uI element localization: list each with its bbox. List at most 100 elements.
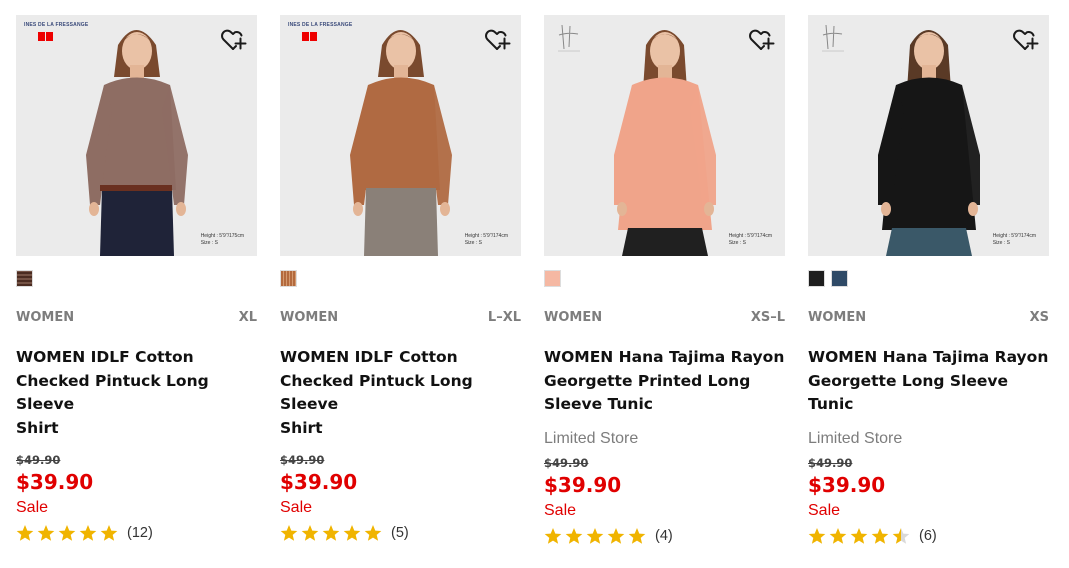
star-rating bbox=[280, 524, 382, 542]
product-image[interactable]: INES DE LA FRESSANGE Height : 5'9"/174cm S… bbox=[280, 15, 521, 256]
review-count[interactable]: (12) bbox=[127, 525, 153, 541]
product-name-line: Checked Pintuck Long Sleeve bbox=[16, 371, 209, 414]
gender-size-row: WOMEN L–XL bbox=[280, 310, 521, 326]
star-icon bbox=[100, 524, 118, 542]
color-swatch[interactable] bbox=[808, 270, 825, 287]
star-icon bbox=[871, 527, 889, 545]
product-name-line: Georgette Printed Long bbox=[544, 371, 751, 390]
brand-text: INES DE LA FRESSANGE bbox=[24, 22, 89, 28]
product-name-line: WOMEN IDLF Cotton bbox=[16, 348, 194, 366]
star-rating bbox=[16, 524, 118, 542]
product-name[interactable]: WOMEN Hana Tajima Rayon Georgette Long Sl… bbox=[808, 346, 1049, 417]
product-grid: INES DE LA FRESSANGE Height : 5'9"/175cm S… bbox=[16, 15, 1049, 546]
review-count[interactable]: (5) bbox=[391, 525, 409, 541]
star-icon bbox=[565, 527, 583, 545]
color-swatches bbox=[16, 270, 257, 287]
product-name-line: WOMEN Hana Tajima Rayon bbox=[544, 348, 785, 366]
star-icon bbox=[280, 524, 298, 542]
product-name-line: Georgette Long Sleeve Tunic bbox=[808, 371, 1009, 414]
size-range: XL bbox=[238, 310, 257, 325]
star-icon bbox=[16, 524, 34, 542]
product-image[interactable]: Height : 5'9"/174cm Size : S bbox=[544, 15, 785, 256]
star-icon bbox=[892, 527, 910, 545]
star-icon bbox=[808, 527, 826, 545]
model-info-line: Height : 5'9"/174cm bbox=[992, 233, 1036, 239]
product-name-line: Checked Pintuck Long Sleeve bbox=[280, 371, 473, 414]
star-rating bbox=[808, 527, 910, 545]
star-icon bbox=[850, 527, 868, 545]
star-rating bbox=[544, 527, 646, 545]
product-card[interactable]: INES DE LA FRESSANGE Height : 5'9"/174cm S… bbox=[280, 15, 521, 546]
heart-plus-icon[interactable] bbox=[219, 25, 247, 53]
sale-price: $39.90 bbox=[808, 472, 886, 497]
limited-store-label: Limited Store bbox=[808, 429, 903, 447]
brand-text: INES DE LA FRESSANGE bbox=[288, 22, 353, 28]
star-icon bbox=[343, 524, 361, 542]
star-icon bbox=[58, 524, 76, 542]
star-icon bbox=[607, 527, 625, 545]
rating[interactable]: (6) bbox=[808, 526, 1049, 546]
product-image[interactable]: INES DE LA FRESSANGE Height : 5'9"/175cm S… bbox=[16, 15, 257, 256]
heart-plus-icon[interactable] bbox=[747, 25, 775, 53]
product-name[interactable]: WOMEN Hana Tajima Rayon Georgette Printed… bbox=[544, 346, 785, 417]
designer-signature-logo bbox=[556, 23, 582, 58]
sale-label: Sale bbox=[808, 501, 841, 519]
gender-label: WOMEN bbox=[808, 310, 867, 325]
star-icon bbox=[544, 527, 562, 545]
original-price: $49.90 bbox=[808, 455, 853, 470]
product-name-line: WOMEN Hana Tajima Rayon bbox=[808, 348, 1049, 366]
color-swatch[interactable] bbox=[280, 270, 297, 287]
gender-size-row: WOMEN XL bbox=[16, 310, 257, 326]
product-name-line: Sleeve Tunic bbox=[544, 395, 653, 413]
color-swatch[interactable] bbox=[544, 270, 561, 287]
product-card[interactable]: Height : 5'9"/174cm Size : S WOMEN XS–L WOM… bbox=[544, 15, 785, 546]
model-info: Height : 5'9"/174cm Size : S bbox=[465, 233, 508, 247]
sale-price: $39.90 bbox=[16, 470, 94, 494]
sale-price: $39.90 bbox=[280, 470, 358, 494]
color-swatches bbox=[808, 270, 1049, 287]
star-icon bbox=[628, 527, 646, 545]
star-icon bbox=[301, 524, 319, 542]
heart-plus-icon[interactable] bbox=[1011, 25, 1039, 53]
model-info-line: Height : 5'9"/174cm bbox=[728, 233, 772, 239]
original-price: $49.90 bbox=[280, 453, 325, 467]
heart-plus-icon[interactable] bbox=[483, 25, 511, 53]
star-icon bbox=[586, 527, 604, 545]
product-name[interactable]: WOMEN IDLF Cotton Checked Pintuck Long Sl… bbox=[16, 346, 257, 440]
rating[interactable]: (4) bbox=[544, 526, 785, 546]
original-price: $49.90 bbox=[16, 453, 61, 467]
color-swatches bbox=[280, 270, 521, 287]
uniqlo-logo bbox=[38, 32, 54, 41]
product-image[interactable]: Height : 5'9"/174cm Size : S bbox=[808, 15, 1049, 256]
gender-size-row: WOMEN XS bbox=[808, 310, 1049, 326]
product-name[interactable]: WOMEN IDLF Cotton Checked Pintuck Long Sl… bbox=[280, 346, 521, 440]
size-range: XS–L bbox=[750, 310, 785, 325]
color-swatches bbox=[544, 270, 785, 287]
star-icon bbox=[37, 524, 55, 542]
rating[interactable]: (12) bbox=[16, 523, 257, 543]
product-card[interactable]: INES DE LA FRESSANGE Height : 5'9"/175cm S… bbox=[16, 15, 257, 546]
model-info: Height : 5'9"/175cm Size : S bbox=[201, 233, 244, 247]
product-card[interactable]: Height : 5'9"/174cm Size : S WOMEN XS WOMEN… bbox=[808, 15, 1049, 546]
model-info-line: Size : S bbox=[728, 240, 746, 246]
color-swatch[interactable] bbox=[831, 270, 848, 287]
product-name-line: WOMEN IDLF Cotton bbox=[280, 348, 458, 366]
model-info-line: Height : 5'9"/175cm bbox=[200, 233, 244, 239]
sale-label: Sale bbox=[544, 501, 577, 519]
rating[interactable]: (5) bbox=[280, 523, 521, 543]
model-info-line: Size : S bbox=[200, 240, 218, 246]
model-info-line: Size : S bbox=[464, 240, 482, 246]
gender-label: WOMEN bbox=[280, 310, 339, 325]
designer-signature-logo bbox=[820, 23, 846, 58]
review-count[interactable]: (4) bbox=[655, 528, 673, 544]
review-count[interactable]: (6) bbox=[919, 528, 937, 544]
star-icon bbox=[322, 524, 340, 542]
product-name-line: Shirt bbox=[16, 418, 59, 437]
color-swatch[interactable] bbox=[16, 270, 33, 287]
model-info: Height : 5'9"/174cm Size : S bbox=[729, 233, 772, 247]
product-name-line: Shirt bbox=[280, 418, 323, 437]
size-range: XS bbox=[1029, 310, 1049, 325]
star-icon bbox=[829, 527, 847, 545]
sale-label: Sale bbox=[280, 499, 313, 516]
gender-label: WOMEN bbox=[544, 310, 603, 325]
